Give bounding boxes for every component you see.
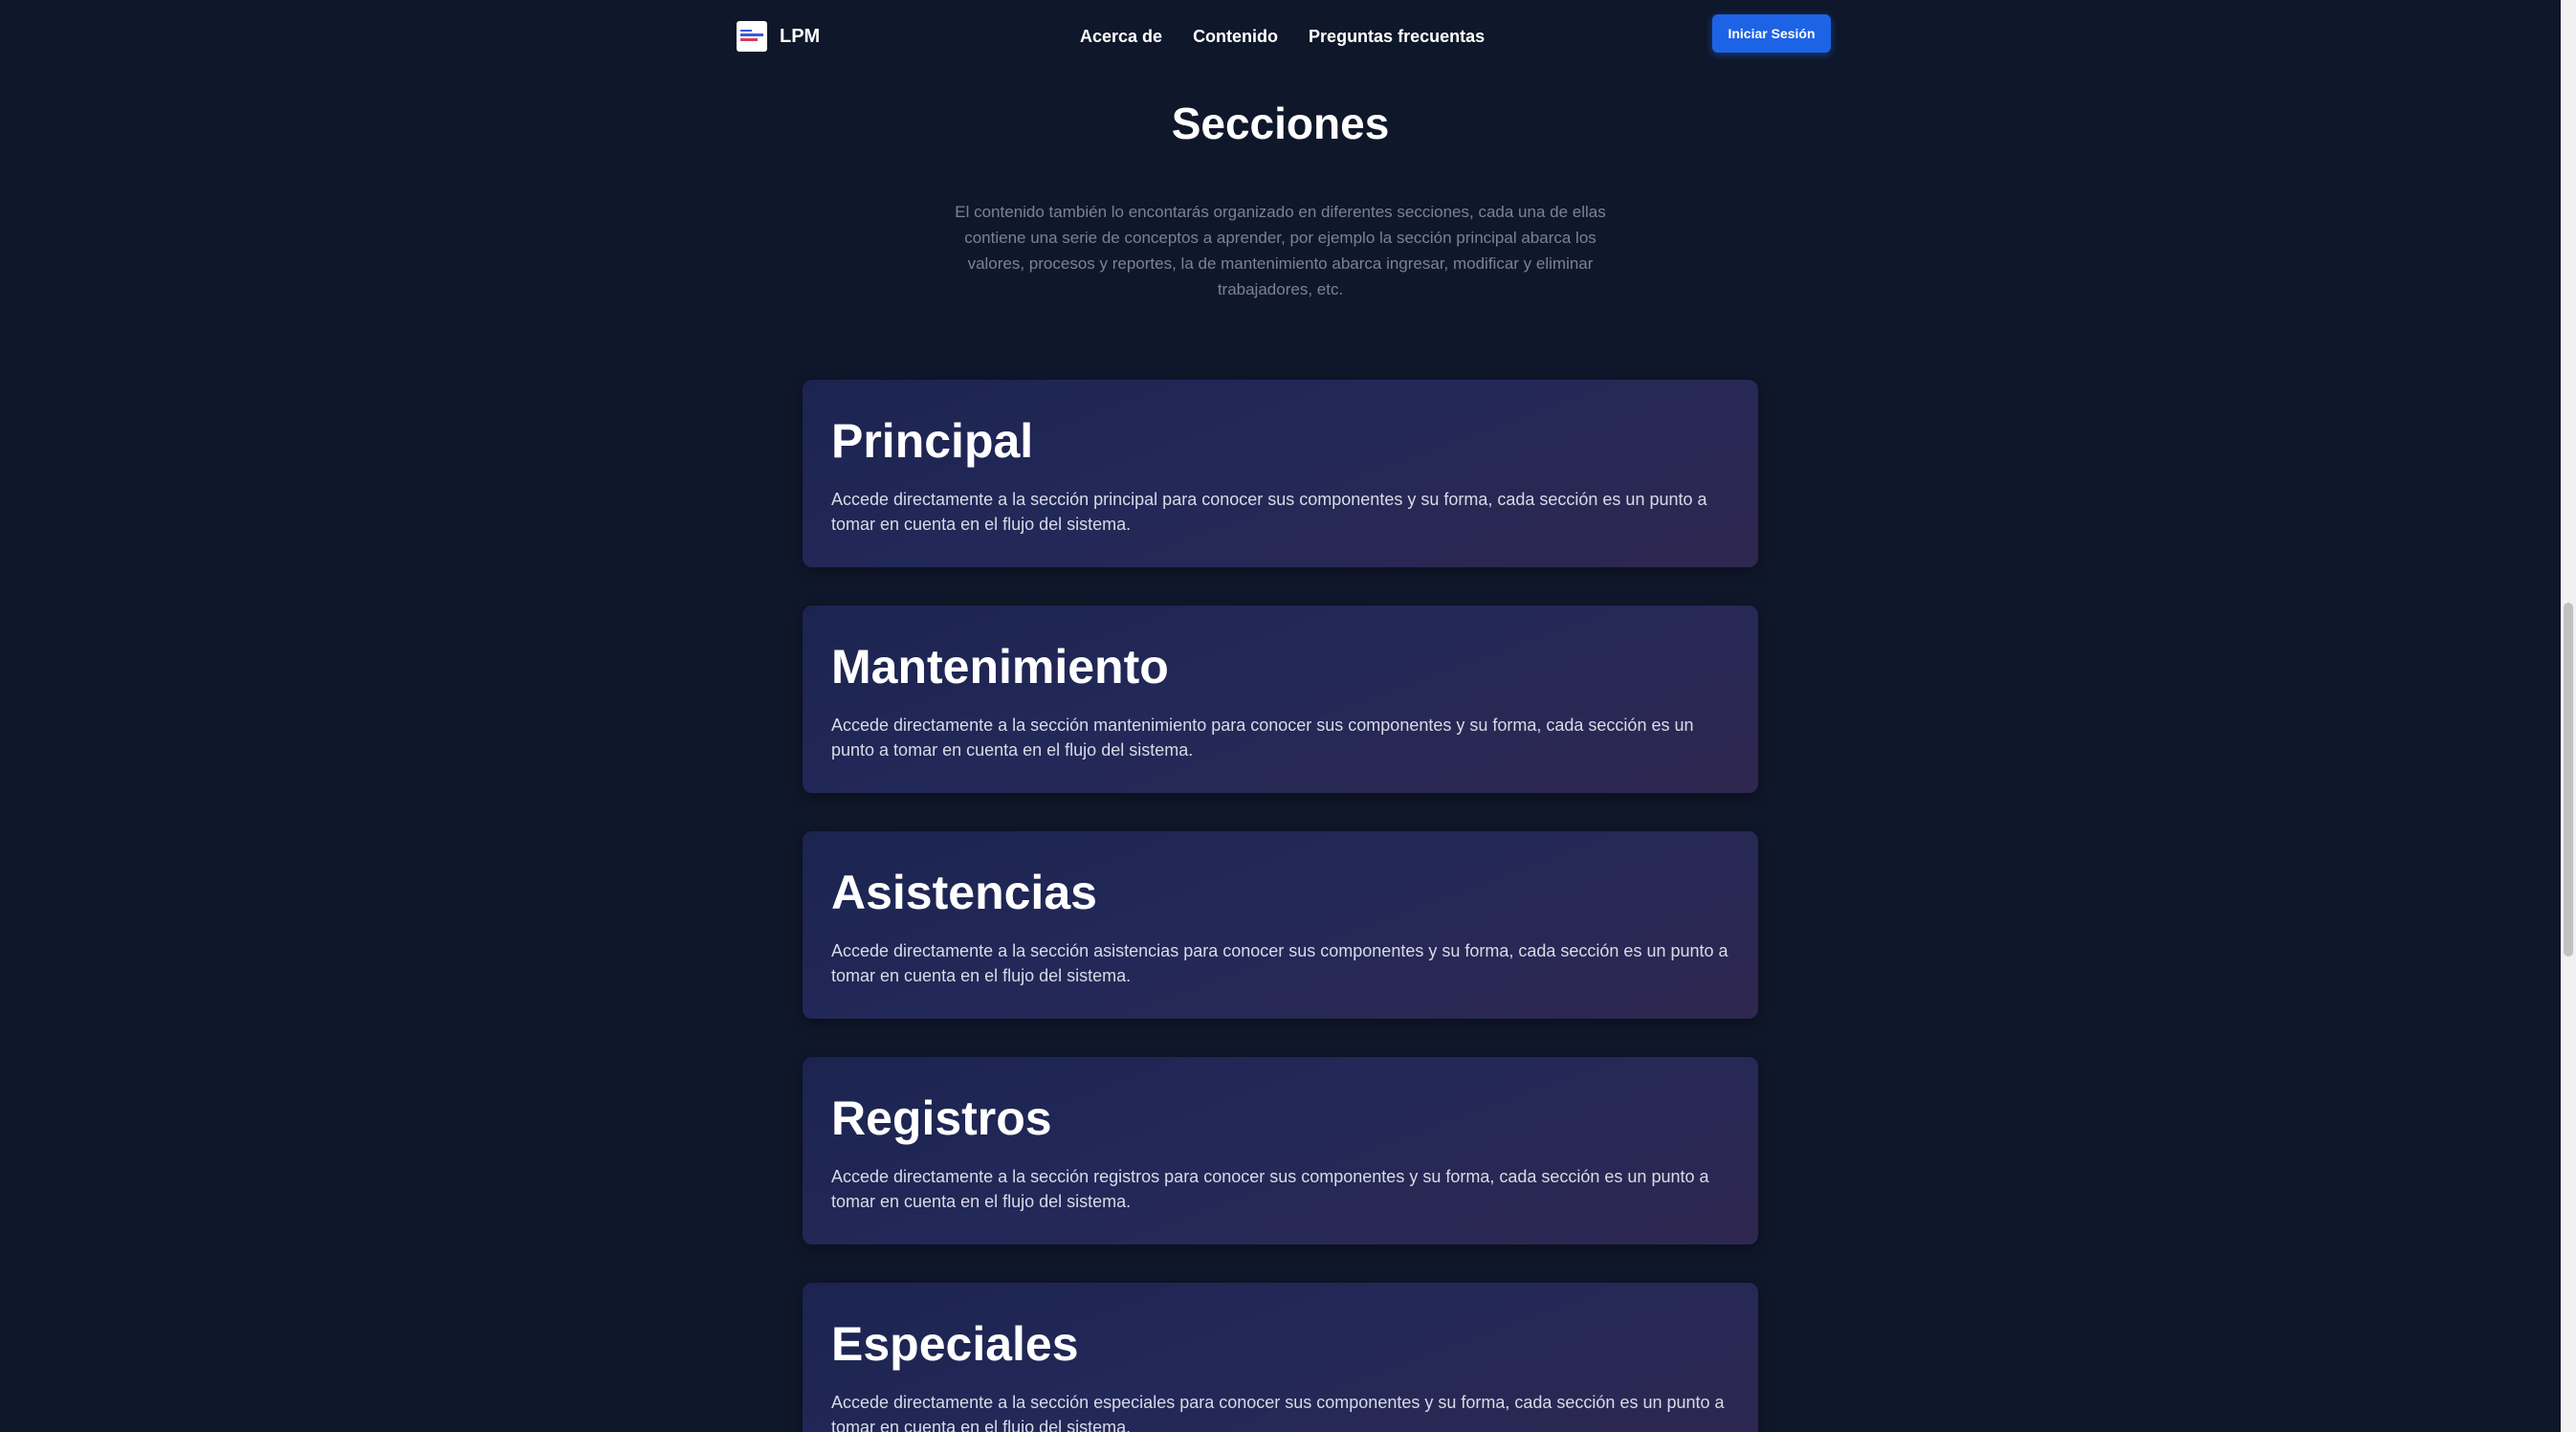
- card-registros[interactable]: Registros Accede directamente a la secci…: [803, 1057, 1758, 1245]
- card-mantenimiento[interactable]: Mantenimiento Accede directamente a la s…: [803, 606, 1758, 793]
- scrollbar-thumb[interactable]: [2564, 603, 2573, 957]
- card-title: Principal: [831, 414, 1034, 468]
- card-text: Accede directamente a la sección especia…: [831, 1393, 1725, 1432]
- brand-name: LPM: [780, 25, 821, 47]
- card-text: Accede directamente a la sección princip…: [831, 490, 1707, 534]
- section-description: El contenido también lo encontarás organ…: [955, 203, 1606, 298]
- page: LPM Acerca de Contenido Preguntas frecue…: [0, 0, 2561, 1432]
- card-title: Mantenimiento: [831, 640, 1169, 694]
- logo-icon: [737, 21, 767, 52]
- nav-link-acerca-de[interactable]: Acerca de: [1080, 27, 1162, 47]
- card-asistencias[interactable]: Asistencias Accede directamente a la sec…: [803, 831, 1758, 1019]
- card-title: Especiales: [831, 1317, 1079, 1371]
- login-button[interactable]: Iniciar Sesión: [1712, 14, 1831, 53]
- card-principal[interactable]: Principal Accede directamente a la secci…: [803, 380, 1758, 567]
- vertical-scrollbar[interactable]: [2561, 0, 2576, 1432]
- card-especiales[interactable]: Especiales Accede directamente a la secc…: [803, 1283, 1758, 1432]
- card-title: Asistencias: [831, 866, 1097, 919]
- card-text: Accede directamente a la sección manteni…: [831, 716, 1694, 760]
- card-title: Registros: [831, 1091, 1052, 1145]
- top-navbar: LPM Acerca de Contenido Preguntas frecue…: [0, 0, 2561, 75]
- nav-link-contenido[interactable]: Contenido: [1193, 27, 1278, 47]
- brand[interactable]: LPM: [737, 21, 820, 52]
- card-text: Accede directamente a la sección registr…: [831, 1167, 1709, 1211]
- section-title: Secciones: [1171, 99, 1390, 148]
- nav-link-preguntas-frecuentas[interactable]: Preguntas frecuentas: [1309, 27, 1485, 47]
- card-text: Accede directamente a la sección asisten…: [831, 941, 1728, 985]
- nav-links: Acerca de Contenido Preguntas frecuentas: [1080, 27, 1485, 47]
